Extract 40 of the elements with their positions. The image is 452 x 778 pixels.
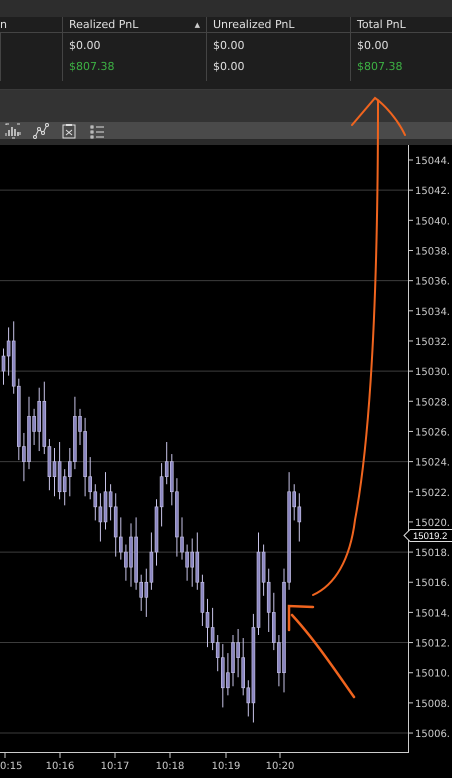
price-label: 15010. bbox=[415, 668, 450, 680]
time-label: 0:15 bbox=[0, 761, 22, 772]
price-label: 15036. bbox=[415, 276, 450, 288]
line-chart-icon[interactable] bbox=[31, 120, 51, 140]
current-price-tag: 15019.2 bbox=[403, 528, 452, 542]
price-label: 15038. bbox=[415, 246, 450, 258]
bar-chart-icon[interactable] bbox=[3, 120, 23, 140]
price-label: 15024. bbox=[415, 458, 450, 469]
column-header[interactable]: n bbox=[0, 17, 7, 32]
price-label: 15018. bbox=[415, 548, 450, 560]
table-cell-text: $0.00 bbox=[69, 38, 102, 54]
time-label: 10:19 bbox=[212, 761, 240, 772]
price-label: 15044. bbox=[415, 156, 450, 167]
column-header[interactable]: Total PnL bbox=[357, 17, 406, 32]
price-label: 15008. bbox=[415, 698, 450, 710]
price-label: 15022. bbox=[415, 488, 450, 499]
price-label: 15014. bbox=[415, 608, 450, 620]
price-label: 15042. bbox=[415, 186, 450, 198]
time-label: 10:17 bbox=[100, 761, 130, 772]
price-label: 15012. bbox=[415, 638, 450, 650]
price-label: 15020. bbox=[415, 518, 450, 529]
time-label: 10:18 bbox=[156, 761, 184, 772]
table-cell-text: $0.00 bbox=[213, 38, 246, 54]
table-cell-text: $0.00 bbox=[213, 59, 246, 75]
time-label: 10:16 bbox=[46, 761, 74, 772]
price-label: 15040. bbox=[415, 216, 450, 228]
column-header[interactable]: Unrealized PnL bbox=[213, 17, 294, 32]
time-label: 10:20 bbox=[266, 761, 294, 772]
price-label: 15028. bbox=[415, 397, 450, 408]
price-label: 15006. bbox=[415, 729, 450, 740]
table-cell-text: $0.00 bbox=[357, 38, 390, 54]
price-label: 15016. bbox=[415, 578, 450, 590]
price-label: 15034. bbox=[415, 306, 450, 318]
column-header[interactable]: Realized PnL bbox=[69, 17, 138, 32]
price-label: 15030. bbox=[415, 367, 450, 378]
table-cell-text: $807.38 bbox=[357, 59, 404, 75]
candle bbox=[298, 492, 302, 542]
price-label: 15032. bbox=[415, 336, 450, 348]
price-label: 15026. bbox=[415, 427, 450, 438]
table-cell-text: $807.38 bbox=[69, 59, 116, 75]
